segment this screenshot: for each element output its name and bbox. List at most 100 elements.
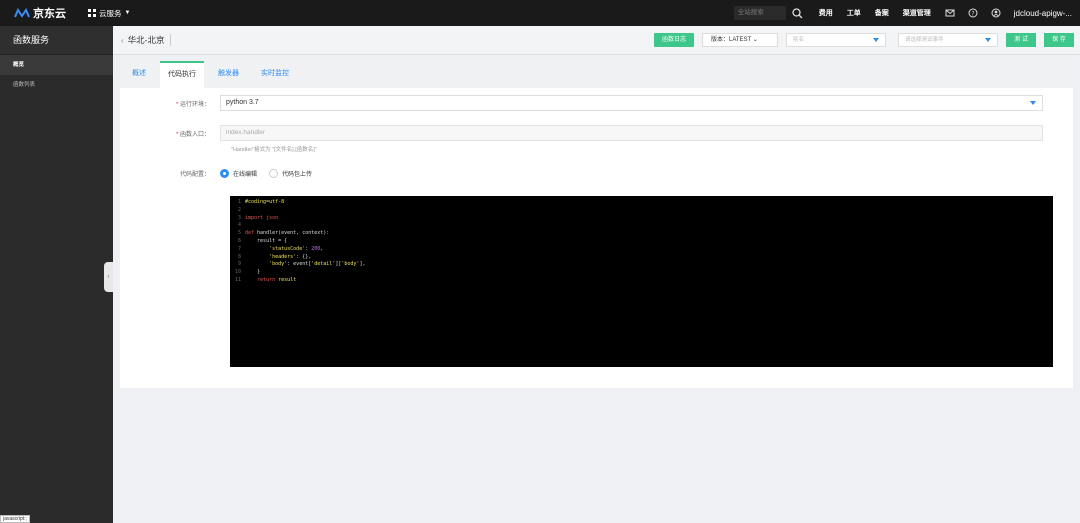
- function-log-button[interactable]: 函数日志: [653, 33, 694, 47]
- mail-icon[interactable]: [945, 8, 955, 18]
- cloud-menu-label: 云服务: [99, 8, 122, 18]
- code-line: 7 'statusCode': 200,: [230, 246, 1053, 254]
- code-token: 'detail': [311, 261, 336, 268]
- radio-package-upload[interactable]: 代码包上传: [269, 169, 312, 178]
- sidebar-item-function-list[interactable]: 函数列表: [0, 75, 113, 95]
- code-token: }: [245, 269, 261, 276]
- line-number: 11: [234, 276, 241, 283]
- handler-entry-input[interactable]: index.handler: [220, 125, 1043, 141]
- radio-online-edit[interactable]: 在线编辑: [220, 169, 257, 178]
- code-line: 10 }: [230, 269, 1053, 277]
- content-panel: 概述 代码执行 触发器 实时监控 * 运行环境： python 3.7 * 函数…: [120, 61, 1073, 388]
- code-token: return: [257, 276, 276, 283]
- code-line: 6 result = {: [230, 238, 1053, 246]
- cloud-services-menu[interactable]: 云服务 ▼: [88, 8, 130, 19]
- code-token: ,: [320, 245, 324, 252]
- sidebar-title: 函数服务: [0, 26, 113, 55]
- search-icon[interactable]: [792, 7, 803, 19]
- line-number: 1: [237, 199, 241, 205]
- entry-row: * 函数入口： index.handler: [120, 125, 1043, 141]
- help-icon[interactable]: ?: [968, 8, 978, 18]
- line-number: 4: [237, 222, 241, 229]
- tab-realtime-monitoring[interactable]: 实时监控: [253, 61, 297, 88]
- radio-package-upload-label: 代码包上传: [282, 172, 313, 178]
- code-line: 11 return result: [230, 277, 1053, 285]
- code-line: 4: [230, 222, 1053, 230]
- page-header: ‹ 华北-北京 函数日志 版本：LATEST ⌄ 别名 请选择测试事件 测 试 …: [113, 26, 1080, 55]
- runtime-row: * 运行环境： python 3.7: [120, 95, 1043, 111]
- line-number: 10: [234, 269, 241, 276]
- chevron-left-icon: ‹: [107, 274, 110, 280]
- code-token: 'body': [341, 261, 360, 268]
- radio-online-edit-label: 在线编辑: [233, 172, 258, 178]
- line-number: 2: [237, 206, 241, 213]
- radio-selected-icon: [220, 169, 229, 178]
- tab-bar: 概述 代码执行 触发器 实时监控: [120, 61, 1073, 88]
- entry-label-text: 函数入口：: [179, 131, 210, 138]
- svg-text:?: ?: [971, 10, 974, 17]
- code-line: 5 def handler(event, context):: [230, 230, 1053, 238]
- line-number: 5: [237, 230, 241, 237]
- code-line: 8 'headers': {},: [230, 254, 1053, 262]
- code-token: handler(event, context):: [254, 230, 330, 237]
- code-line: 1 #coding=utf-8: [230, 199, 1053, 207]
- code-token: 'headers': [269, 253, 297, 260]
- channel-management-link[interactable]: 渠道管理: [903, 8, 931, 18]
- code-token: def: [245, 230, 255, 237]
- code-token: #coding=utf-8: [245, 199, 285, 205]
- grid-icon: [88, 9, 96, 17]
- logo-text: 京东云: [33, 7, 66, 20]
- sidebar-collapse-toggle[interactable]: ‹: [104, 262, 113, 292]
- tab-code-execution[interactable]: 代码执行: [160, 61, 204, 88]
- region-label: 华北-北京: [128, 34, 171, 46]
- user-icon[interactable]: [991, 8, 1001, 18]
- code-token: 200: [311, 245, 321, 252]
- caret-down-icon: [873, 38, 879, 42]
- chevron-down-icon: ▼: [124, 10, 131, 16]
- line-number: 3: [237, 214, 241, 221]
- handler-format-hint: "Handler"格式为 "[文件名].[函数名]": [231, 147, 317, 153]
- chevron-down-icon: ⌄: [752, 37, 758, 43]
- entry-label: * 函数入口：: [120, 129, 220, 138]
- line-number: 6: [237, 237, 241, 244]
- test-event-placeholder: 请选择测试事件: [905, 37, 944, 43]
- code-line: 9 'body': event['detail']['body'],: [230, 261, 1053, 269]
- back-arrow-icon[interactable]: ‹: [121, 36, 124, 45]
- top-navbar: 京东云 云服务 ▼ 全站搜索 费用 工单 备案 渠道管理 ? jdcloud-a…: [0, 0, 1080, 26]
- save-button[interactable]: 保 存: [1044, 33, 1074, 47]
- sidebar-item-overview[interactable]: 概览: [0, 55, 113, 75]
- code-token: 'statusCode': [269, 245, 306, 252]
- test-button[interactable]: 测 试: [1006, 33, 1036, 47]
- billing-link[interactable]: 费用: [819, 8, 833, 18]
- line-number: 8: [237, 253, 241, 260]
- alias-select[interactable]: 别名: [786, 33, 886, 47]
- line-number: 9: [237, 261, 241, 268]
- test-event-select[interactable]: 请选择测试事件: [898, 33, 998, 47]
- code-editor[interactable]: 1 #coding=utf-8 2 3 import json 4 5 def handler…: [230, 196, 1053, 367]
- logo-mark-icon: [14, 7, 30, 18]
- ticket-link[interactable]: 工单: [847, 8, 861, 18]
- version-select[interactable]: 版本：LATEST ⌄: [702, 33, 778, 47]
- filing-link[interactable]: 备案: [875, 8, 889, 18]
- code-token: result = {: [245, 237, 288, 244]
- caret-down-icon: [985, 38, 991, 42]
- jdcloud-logo[interactable]: 京东云: [14, 5, 80, 21]
- tab-triggers[interactable]: 触发器: [210, 61, 247, 88]
- caret-down-icon: [1030, 101, 1036, 105]
- code-config-row: 代码配置： 在线编辑 代码包上传: [120, 169, 324, 178]
- code-line: 2: [230, 207, 1053, 215]
- version-select-value: 版本：LATEST: [711, 37, 752, 43]
- global-search-input[interactable]: 全站搜索: [733, 6, 786, 20]
- code-token: ],: [359, 261, 366, 268]
- tab-overview[interactable]: 概述: [124, 61, 154, 88]
- runtime-select-value: python 3.7: [226, 99, 259, 106]
- alias-select-placeholder: 别名: [793, 37, 805, 43]
- code-token: import: [245, 214, 264, 221]
- account-name[interactable]: jdcloud-apigw-...: [1014, 9, 1072, 18]
- runtime-select[interactable]: python 3.7: [220, 95, 1043, 111]
- code-token: result: [275, 276, 297, 283]
